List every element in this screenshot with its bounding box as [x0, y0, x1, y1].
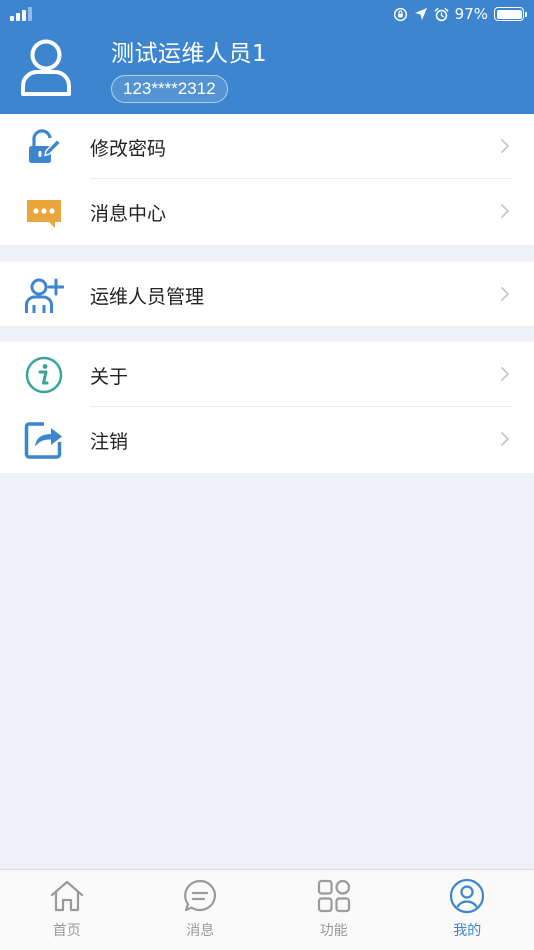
tab-label: 首页: [52, 923, 81, 939]
tab-label: 我的: [453, 923, 482, 939]
rotation-lock-icon: [393, 7, 407, 21]
tab-mine[interactable]: 我的: [401, 870, 534, 950]
chevron-right-icon: [501, 204, 509, 218]
menu-item-message-center[interactable]: 消息中心: [0, 179, 534, 245]
menu-item-change-password[interactable]: 修改密码: [0, 114, 534, 179]
alarm-icon: [434, 7, 448, 21]
location-arrow-icon: [414, 8, 427, 20]
chevron-right-icon: [501, 367, 509, 381]
message-icon: [27, 200, 61, 228]
signal-icon: [10, 7, 32, 21]
menu-item-label: 修改密码: [90, 138, 167, 160]
profile-icon: [450, 878, 485, 914]
menu-item-staff-management[interactable]: 运维人员管理: [0, 262, 534, 327]
bottom-tab-bar: 首页 消息 功能 我的: [0, 869, 534, 950]
lock-edit-icon: [29, 129, 62, 163]
tab-label: 功能: [319, 923, 348, 939]
battery-icon: [494, 7, 527, 21]
status-right: 97%: [393, 4, 527, 24]
menu-item-about[interactable]: 关于: [0, 342, 534, 407]
tab-functions[interactable]: 功能: [267, 870, 401, 950]
menu-item-label: 消息中心: [90, 203, 167, 225]
profile-header: 97% 测试运维人员1 123****2312: [0, 0, 534, 114]
menu-group-account: 修改密码 消息中心: [0, 114, 534, 245]
menu-item-logout[interactable]: 注销: [0, 407, 534, 473]
chevron-right-icon: [501, 287, 509, 301]
avatar-icon[interactable]: [20, 38, 72, 96]
menu-group-management: 运维人员管理: [0, 262, 534, 326]
chevron-right-icon: [501, 432, 509, 446]
info-icon: [25, 356, 63, 394]
battery-percent: 97%: [454, 5, 488, 23]
user-name: 测试运维人员1: [111, 41, 268, 67]
home-icon: [50, 880, 83, 912]
menu-item-label: 运维人员管理: [90, 286, 205, 308]
menu-item-label: 关于: [90, 366, 129, 388]
chevron-right-icon: [501, 139, 509, 153]
menu-item-label: 注销: [90, 431, 129, 453]
menu-group-system: 关于 注销: [0, 342, 534, 473]
grid-icon: [317, 879, 350, 913]
status-bar: 97%: [0, 0, 534, 28]
add-user-icon: [25, 278, 64, 313]
logout-share-icon: [24, 422, 62, 459]
tab-label: 消息: [186, 923, 215, 939]
tab-home[interactable]: 首页: [0, 870, 134, 950]
tab-messages[interactable]: 消息: [134, 870, 268, 950]
chat-icon: [184, 879, 217, 912]
user-phone-badge: 123****2312: [111, 75, 228, 103]
